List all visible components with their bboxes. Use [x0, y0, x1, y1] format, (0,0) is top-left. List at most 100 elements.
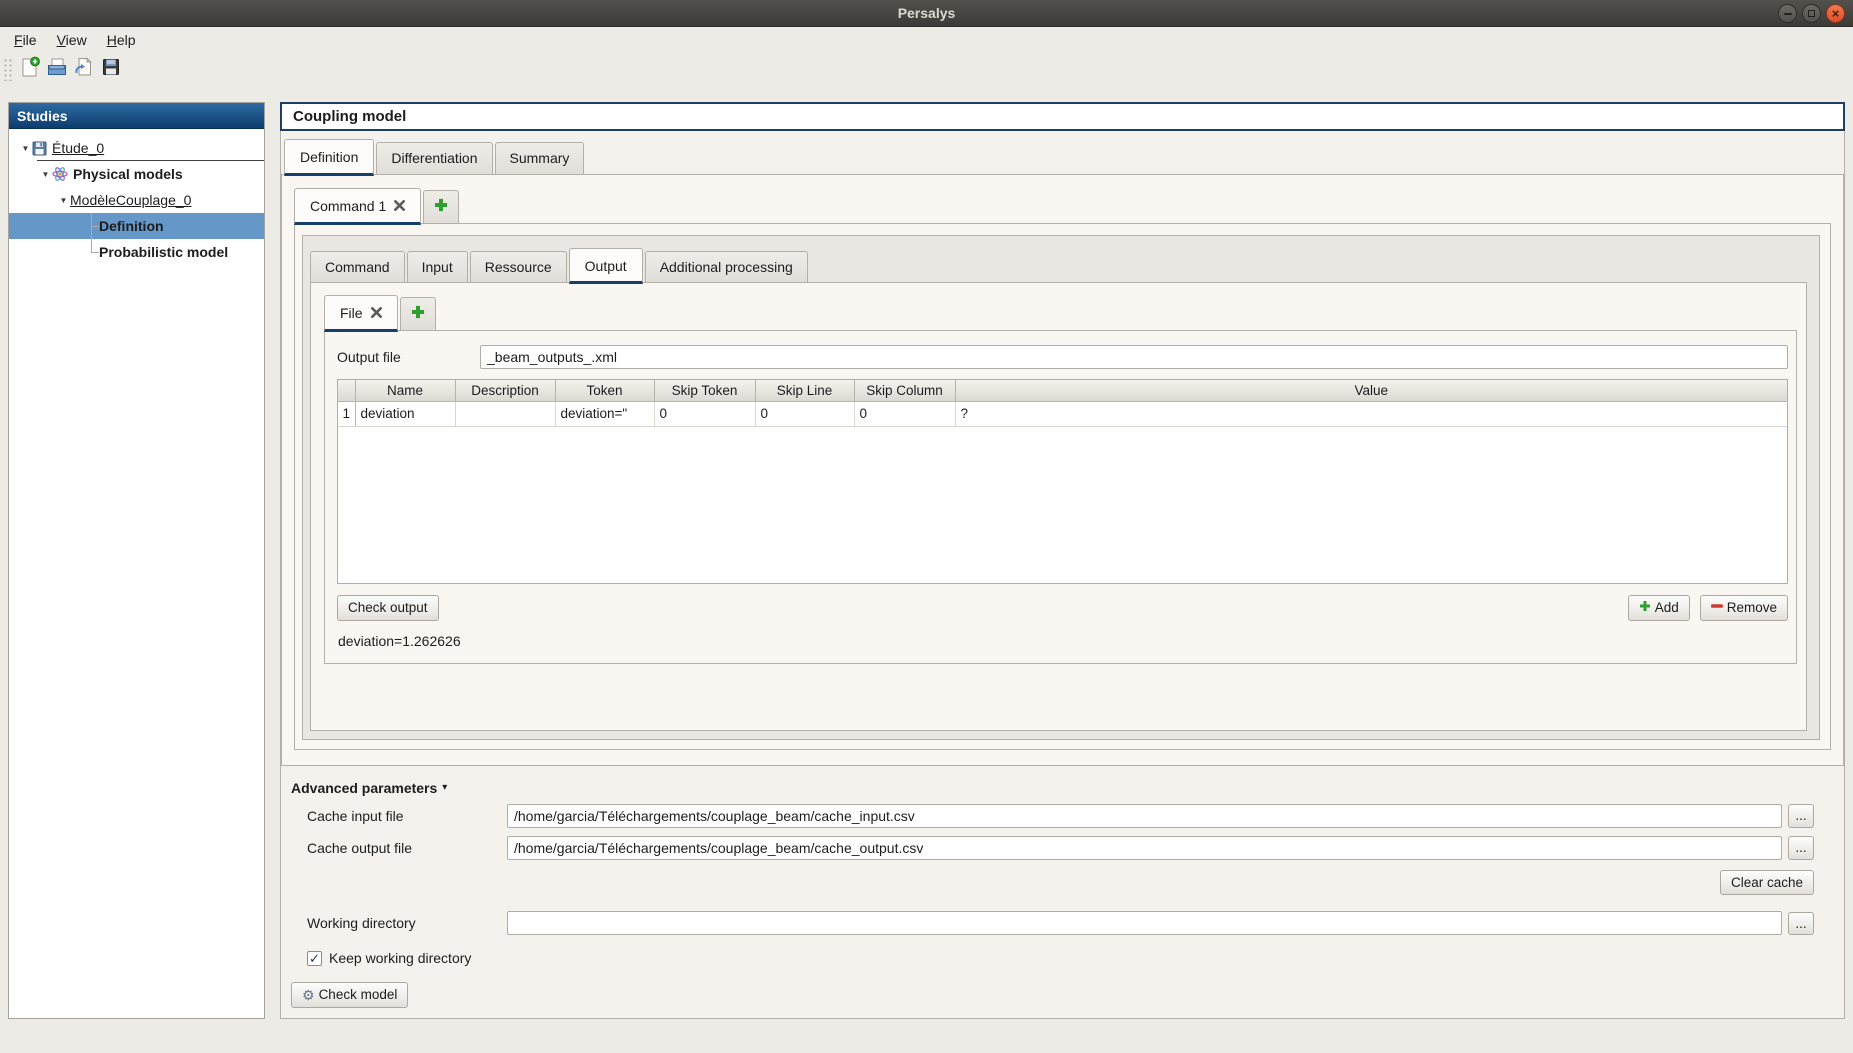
tree-branch-line [85, 213, 99, 239]
tab-label: File [340, 305, 363, 322]
studies-panel: Studies ▼ Étude_0 ▼ Physical models ▼ Mo… [8, 102, 265, 1019]
output-file-label: Output file [337, 349, 401, 366]
expand-arrow-icon[interactable]: ▼ [39, 170, 52, 179]
close-tab-icon[interactable] [394, 198, 406, 215]
tab-command-1[interactable]: Command 1 [294, 187, 422, 225]
close-tab-icon[interactable] [370, 305, 382, 322]
cell-skip-column[interactable]: 0 [854, 401, 956, 427]
open-folder-icon [46, 56, 68, 81]
check-model-button[interactable]: ⚙ Check model [291, 982, 409, 1008]
tab-summary[interactable]: Summary [494, 142, 585, 174]
tab-label: Definition [300, 149, 359, 165]
check-output-button[interactable]: Check output [337, 595, 439, 621]
menu-view[interactable]: View [47, 29, 97, 51]
close-button[interactable]: × [1826, 4, 1845, 23]
add-command-tab-button[interactable] [423, 189, 460, 223]
col-description[interactable]: Description [455, 380, 556, 402]
keep-working-directory-row[interactable]: ✓ Keep working directory [281, 950, 1844, 966]
cell-skip-line[interactable]: 0 [755, 401, 855, 427]
remove-row-button[interactable]: Remove [1699, 595, 1788, 621]
tree-item-label: Probabilistic model [99, 244, 229, 260]
clear-cache-button[interactable]: Clear cache [1719, 869, 1814, 896]
tab-output[interactable]: Output [568, 247, 643, 285]
open-study-button[interactable] [43, 56, 70, 82]
cache-input-file-input[interactable] [507, 803, 1782, 828]
tab-label: Ressource [484, 258, 552, 275]
menu-file[interactable]: File [4, 29, 47, 51]
tab-ressource[interactable]: Ressource [469, 250, 567, 283]
minimize-button[interactable] [1778, 4, 1797, 23]
button-label: Check model [318, 987, 398, 1003]
gear-icon: ⚙ [302, 987, 315, 1004]
tab-command[interactable]: Command [310, 250, 405, 283]
tab-file[interactable]: File [324, 295, 398, 333]
cache-input-label: Cache input file [307, 807, 404, 824]
output-file-input[interactable] [480, 345, 1788, 370]
table-row[interactable]: 1 deviation deviation=" 0 0 0 ? [338, 401, 1787, 427]
menu-help[interactable]: Help [97, 29, 146, 51]
tree-item-label: ModèleCouplage_0 [70, 192, 192, 208]
col-name[interactable]: Name [355, 380, 456, 402]
tab-input[interactable]: Input [406, 250, 468, 283]
maximize-button[interactable] [1802, 4, 1821, 23]
tab-label: Summary [509, 150, 570, 166]
cache-output-browse-button[interactable]: ... [1788, 836, 1814, 860]
command-subtabbar: Command Input Ressource Output Additiona… [310, 247, 1819, 285]
keep-working-directory-checkbox[interactable]: ✓ [307, 950, 322, 966]
cache-output-label: Cache output file [307, 839, 413, 856]
tree-item-physical-models[interactable]: ▼ Physical models [9, 161, 264, 187]
cell-token[interactable]: deviation=" [555, 401, 655, 427]
expand-arrow-icon[interactable]: ▼ [57, 196, 70, 205]
cell-name[interactable]: deviation [355, 401, 456, 427]
minimize-icon [1783, 12, 1792, 15]
cache-output-row: Cache output file ... [281, 835, 1844, 860]
cache-output-file-input[interactable] [507, 835, 1782, 860]
cell-value[interactable]: ? [955, 401, 1787, 427]
working-directory-browse-button[interactable]: ... [1788, 911, 1814, 936]
working-directory-input[interactable] [507, 911, 1782, 936]
ellipsis-icon: ... [1795, 840, 1807, 856]
advanced-parameters-toggle[interactable]: Advanced parameters ▾ [291, 780, 1844, 796]
file-tabbar: File [324, 295, 1806, 333]
tree-item-probabilistic-model[interactable]: Probabilistic model [9, 239, 264, 265]
tree-item-label: Étude_0 [52, 140, 105, 156]
studies-header: Studies [9, 103, 264, 129]
clear-cache-row: Clear cache [281, 869, 1844, 896]
button-label: Add [1654, 600, 1679, 616]
toolbar [0, 52, 1853, 85]
cache-input-browse-button[interactable]: ... [1788, 804, 1814, 828]
tab-additional-processing[interactable]: Additional processing [644, 250, 808, 283]
atom-icon [52, 166, 68, 182]
tab-definition[interactable]: Definition [284, 139, 375, 176]
col-skip-line[interactable]: Skip Line [755, 380, 855, 402]
col-token[interactable]: Token [555, 380, 655, 402]
minus-icon [1710, 599, 1723, 617]
tab-differentiation[interactable]: Differentiation [376, 142, 493, 174]
toolbar-drag-handle[interactable] [2, 56, 12, 81]
add-file-tab-button[interactable] [399, 297, 436, 331]
check-icon: ✓ [309, 950, 320, 966]
export-script-button[interactable] [70, 56, 97, 82]
plus-icon [1639, 599, 1651, 617]
tree-item-definition[interactable]: Definition [9, 213, 264, 239]
tab-label: Command [325, 258, 390, 275]
table-footer: Check output Add Remove [337, 595, 1788, 621]
col-value[interactable]: Value [955, 380, 1787, 402]
cell-description[interactable] [455, 401, 556, 427]
new-study-button[interactable] [16, 56, 43, 82]
output-variables-table: Name Description Token Skip Token Skip L… [337, 379, 1788, 585]
maximize-icon [1808, 10, 1815, 17]
cell-skip-token[interactable]: 0 [654, 401, 756, 427]
plus-icon [411, 305, 425, 323]
check-output-result: deviation=1.262626 [338, 632, 461, 649]
col-skip-column[interactable]: Skip Column [854, 380, 956, 402]
tree-item-study[interactable]: ▼ Étude_0 [9, 135, 264, 161]
tree-item-model-couplage[interactable]: ▼ ModèleCouplage_0 [9, 187, 264, 213]
button-label: Check output [348, 600, 428, 616]
col-skip-token[interactable]: Skip Token [654, 380, 756, 402]
expand-arrow-icon[interactable]: ▼ [19, 144, 32, 153]
save-study-button[interactable] [97, 56, 124, 82]
tab-label: Additional processing [659, 258, 793, 275]
add-row-button[interactable]: Add [1627, 595, 1690, 621]
save-floppy-icon [100, 56, 122, 81]
